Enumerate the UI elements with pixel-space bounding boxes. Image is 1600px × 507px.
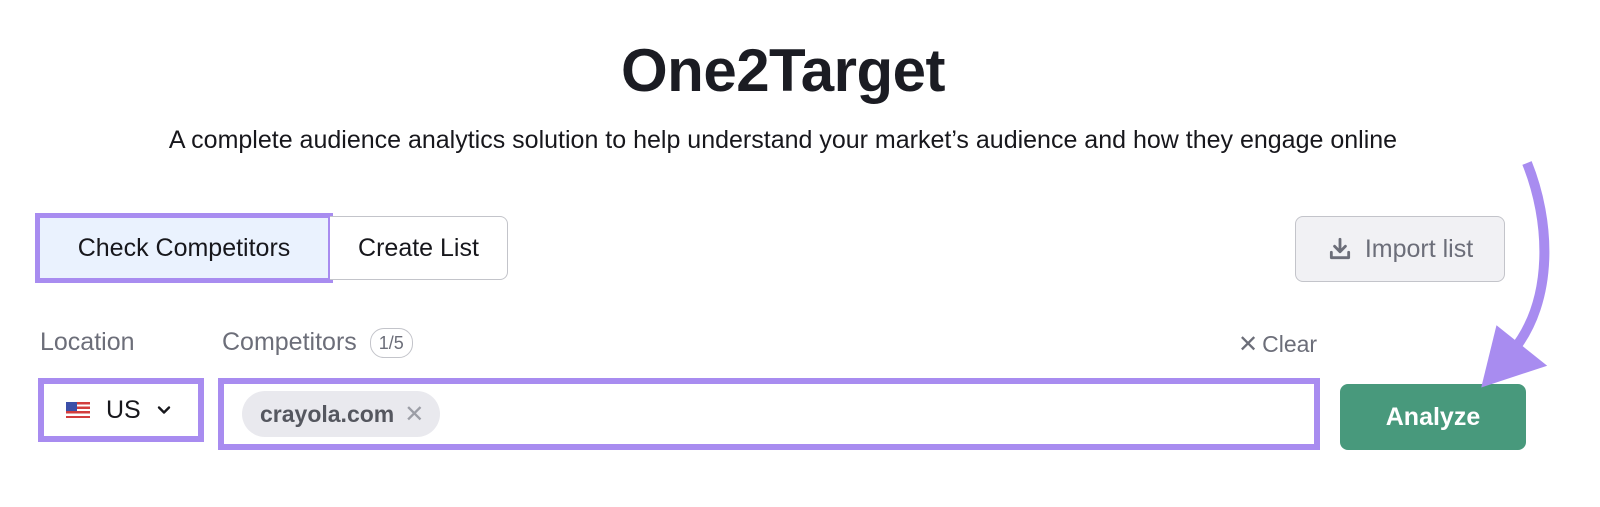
- competitor-chip-label: crayola.com: [260, 400, 395, 427]
- location-value: US: [106, 395, 141, 424]
- import-list-label: Import list: [1364, 234, 1474, 263]
- page-title: One2Target: [621, 37, 945, 104]
- chevron-down-icon: [157, 406, 170, 414]
- competitors-label-group: Competitors 1/5: [222, 328, 413, 359]
- import-list-button[interactable]: Import list: [1295, 216, 1505, 282]
- mode-tabs: Check Competitors Create List: [35, 213, 508, 283]
- competitors-input[interactable]: crayola.com ✕: [218, 378, 1320, 450]
- clear-label: Clear: [1262, 331, 1318, 357]
- analyze-button[interactable]: Analyze: [1340, 384, 1526, 450]
- competitors-label: Competitors: [222, 328, 357, 356]
- page-subtitle: A complete audience analytics solution t…: [168, 126, 1398, 154]
- tab-create-list[interactable]: Create List: [330, 216, 508, 280]
- location-select[interactable]: US: [38, 378, 204, 442]
- location-label: Location: [40, 328, 135, 356]
- remove-chip-icon[interactable]: ✕: [404, 400, 424, 429]
- competitors-count-badge: 1/5: [369, 328, 413, 359]
- competitor-chip: crayola.com ✕: [242, 391, 441, 437]
- download-icon: [1329, 237, 1350, 260]
- us-flag-icon: [66, 402, 90, 418]
- tab-check-competitors[interactable]: Check Competitors: [35, 213, 333, 283]
- close-icon: ✕: [1238, 331, 1259, 358]
- annotation-arrow-shaft: [1508, 161, 1550, 356]
- clear-button[interactable]: ✕ Clear: [1238, 330, 1317, 359]
